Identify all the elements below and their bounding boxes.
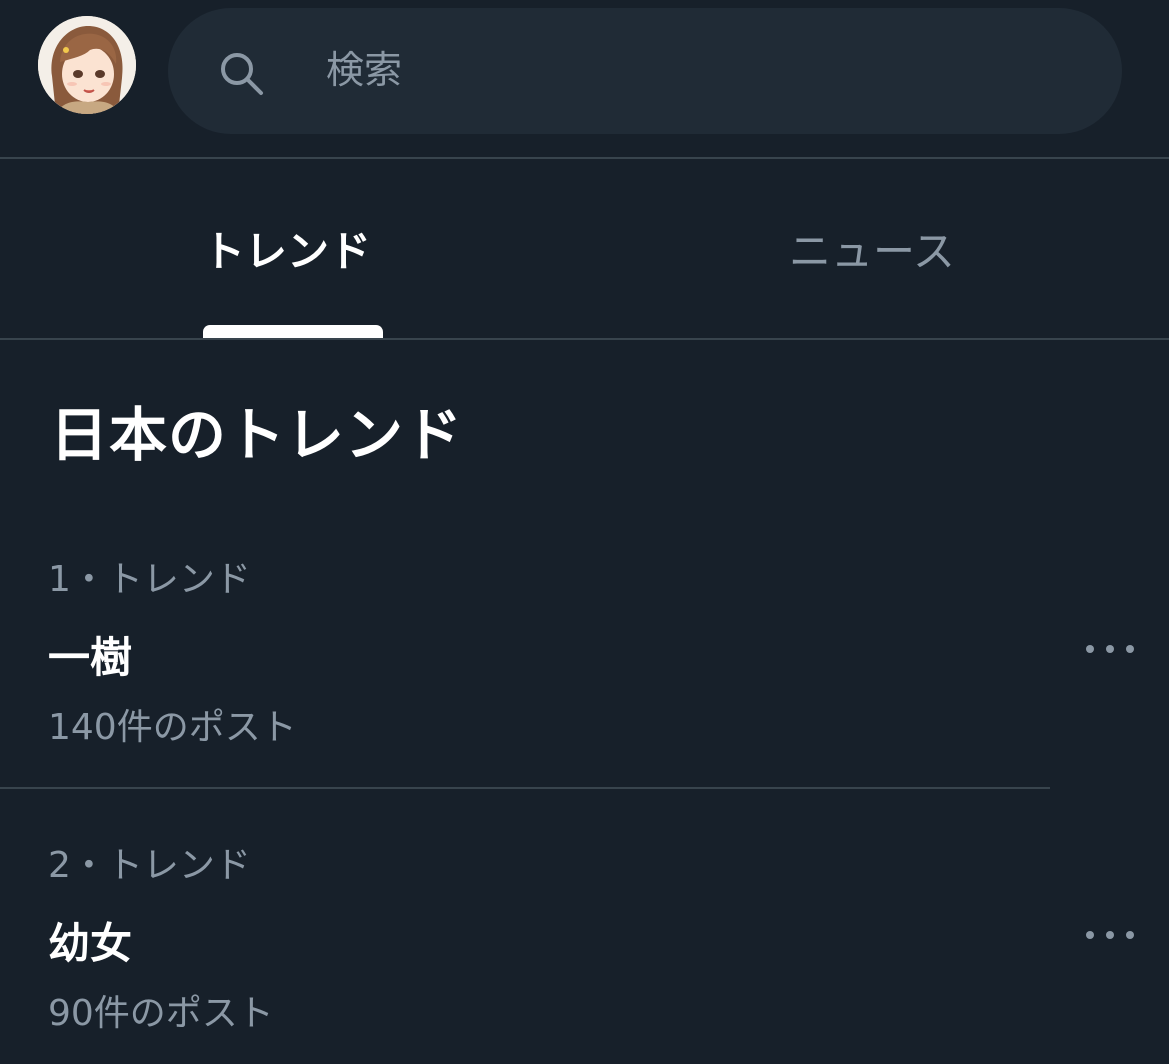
tab-news-label: ニュース (789, 227, 955, 276)
trend-post-count: 90件のポスト (48, 993, 274, 1034)
more-horizontal-icon[interactable] (1086, 922, 1134, 948)
trend-post-count: 140件のポスト (48, 707, 297, 748)
tab-trends[interactable]: トレンド (0, 160, 584, 340)
avatar-illustration (38, 16, 136, 114)
more-horizontal-icon[interactable] (1086, 636, 1134, 662)
active-tab-indicator (203, 325, 383, 338)
header-divider (0, 157, 1169, 159)
tab-trends-label: トレンド (203, 227, 372, 276)
trend-name: 幼女 (48, 919, 133, 968)
trend-rank-label: 1・トレンド (48, 559, 251, 600)
trend-name: 一樹 (48, 633, 133, 682)
trend-rank-label: 2・トレンド (48, 845, 251, 886)
tabs-divider (0, 338, 1169, 340)
search-icon (221, 53, 263, 95)
avatar[interactable] (38, 16, 136, 114)
trend-divider (0, 787, 1050, 789)
trends-page: トレンド ニュース 日本のトレンド 1・トレンド 一樹 140件のポスト 2・ト… (0, 0, 1169, 1064)
search-input[interactable] (326, 40, 1086, 100)
trend-item[interactable]: 2・トレンド 幼女 90件のポスト (0, 826, 1169, 1064)
tab-news[interactable]: ニュース (584, 160, 1168, 340)
section-title: 日本のトレンド (50, 401, 464, 469)
trend-item[interactable]: 1・トレンド 一樹 140件のポスト (0, 540, 1169, 790)
